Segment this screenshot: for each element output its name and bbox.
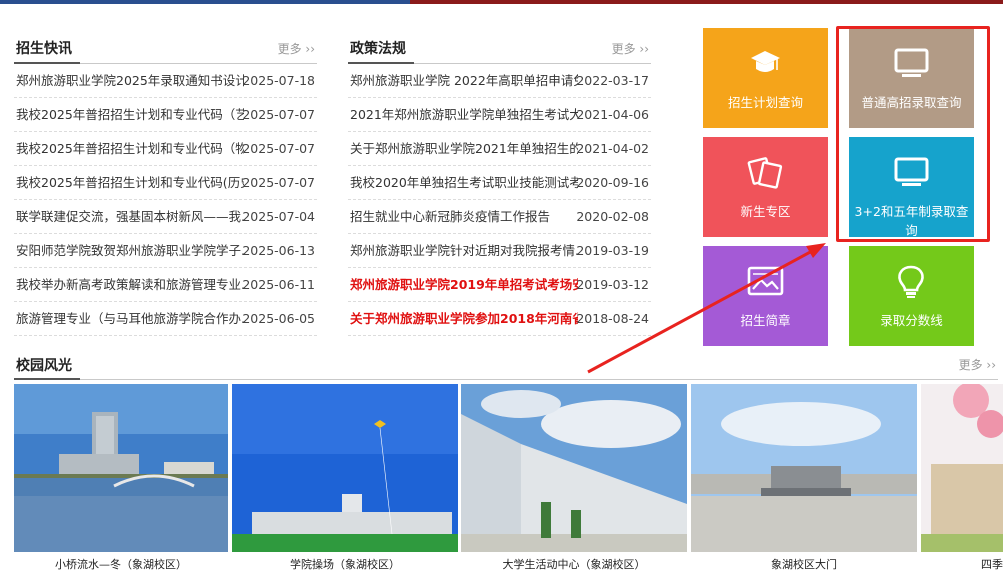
news-section: 招生快讯 更多 ›› 郑州旅游职业学院2025年录取通知书设计... 2025-0… [14,30,317,336]
tile-label: 新生专区 [740,204,791,219]
photo-caption: 大学生活动中心（象湖校区） [502,558,646,571]
policy-item[interactable]: 2021年郑州旅游职业学院单独招生考试大... 2021-04-06 [348,98,651,132]
photo-activity-center[interactable] [461,384,687,552]
policy-item[interactable]: 郑州旅游职业学院 2022年高职单招申请免... 2022-03-17 [348,64,651,98]
photo-caption: 象湖校区大门 [771,558,837,571]
photo-playground[interactable] [232,384,458,552]
policy-item-title[interactable]: 郑州旅游职业学院 2022年高职单招申请免... [350,64,578,98]
photo-caption: 学院操场（象湖校区） [290,558,400,571]
news-item-date: 2025-06-11 [242,277,315,292]
picture-icon [747,266,784,296]
news-item[interactable]: 我校2025年普招招生计划和专业代码(历史... 2025-07-07 [14,166,317,200]
news-item[interactable]: 我校2025年普招招生计划和专业代码（物... 2025-07-07 [14,132,317,166]
photo-campus-gate[interactable] [691,384,917,552]
news-item-title[interactable]: 联学联建促交流，强基固本树新风——我... [16,200,244,234]
campus-photo[interactable]: 四季 [921,384,1003,584]
policy-item-date: 2020-09-16 [576,175,649,190]
lightbulb-icon [898,265,924,298]
graduation-cap-icon [751,51,780,72]
news-item-date: 2025-07-07 [242,175,315,190]
news-item-date: 2025-07-18 [242,73,315,88]
news-item[interactable]: 郑州旅游职业学院2025年录取通知书设计... 2025-07-18 [14,64,317,98]
news-item[interactable]: 旅游管理专业（与马耳他旅游学院合作办... 2025-06-05 [14,302,317,336]
news-item-date: 2025-07-04 [242,209,315,224]
photo-caption: 四季 [981,558,1003,571]
policy-item-title[interactable]: 我校2020年单独招生考试职业技能测试考... [350,166,578,200]
policy-section: 政策法规 更多 ›› 郑州旅游职业学院 2022年高职单招申请免... 2022-… [348,30,651,336]
policy-more-link[interactable]: 更多 ›› [612,40,649,57]
annotation-highlight-box [836,26,990,242]
tile-admission-brochure[interactable]: 招生简章 [703,246,828,346]
news-title: 招生快讯 [16,41,72,57]
policy-item-title[interactable]: 关于郑州旅游职业学院2021年单独招生的... [350,132,578,166]
photo-bridge-winter[interactable] [14,384,228,552]
news-item[interactable]: 我校举办新高考政策解读和旅游管理专业... 2025-06-11 [14,268,317,302]
news-list: 郑州旅游职业学院2025年录取通知书设计... 2025-07-18 我校2025… [14,64,317,336]
news-header: 招生快讯 更多 ›› [14,30,317,64]
top-banner-edge [0,0,1003,4]
campus-more-link[interactable]: 更多 ›› [959,356,996,373]
policy-item-date: 2019-03-19 [576,243,649,258]
policy-item[interactable]: 招生就业中心新冠肺炎疫情工作报告 2020-02-08 [348,200,651,234]
tile-enrollment-plan[interactable]: 招生计划查询 [703,28,828,128]
campus-photo[interactable]: 大学生活动中心（象湖校区） [461,384,687,584]
policy-item-highlighted[interactable]: 关于郑州旅游职业学院参加2018年河南省... 2018-08-24 [348,302,651,336]
campus-photo[interactable]: 学院操场（象湖校区） [232,384,458,584]
news-item-title[interactable]: 旅游管理专业（与马耳他旅游学院合作办... [16,302,244,336]
news-item[interactable]: 安阳师范学院致贺郑州旅游职业学院学子... 2025-06-13 [14,234,317,268]
policy-item-title[interactable]: 2021年郑州旅游职业学院单独招生考试大... [350,98,578,132]
tile-label: 录取分数线 [880,313,943,328]
news-item-date: 2025-07-07 [242,141,315,156]
policy-item[interactable]: 关于郑州旅游职业学院2021年单独招生的... 2021-04-02 [348,132,651,166]
policy-item[interactable]: 我校2020年单独招生考试职业技能测试考... 2020-09-16 [348,166,651,200]
policy-item-title[interactable]: 郑州旅游职业学院针对近期对我院报考情... [350,234,578,268]
news-item-title[interactable]: 郑州旅游职业学院2025年录取通知书设计... [16,64,244,98]
banner-strip-blue [0,0,410,4]
news-item-title[interactable]: 我校举办新高考政策解读和旅游管理专业... [16,268,244,302]
tile-admission-score-line[interactable]: 录取分数线 [849,246,974,346]
policy-header: 政策法规 更多 ›› [348,30,651,64]
policy-item-title[interactable]: 郑州旅游职业学院2019年单招考试考场安... [350,268,578,302]
policy-item-date: 2018-08-24 [576,311,649,326]
news-item-title[interactable]: 我校2025年普招招生计划和专业代码（艺... [16,98,244,132]
news-item-title[interactable]: 我校2025年普招招生计划和专业代码(历史... [16,166,244,200]
news-item-date: 2025-07-07 [242,107,315,122]
news-item[interactable]: 联学联建促交流，强基固本树新风——我... 2025-07-04 [14,200,317,234]
policy-list: 郑州旅游职业学院 2022年高职单招申请免... 2022-03-17 2021年… [348,64,651,336]
news-item[interactable]: 我校2025年普招招生计划和专业代码（艺... 2025-07-07 [14,98,317,132]
news-item-date: 2025-06-13 [242,243,315,258]
policy-item[interactable]: 郑州旅游职业学院针对近期对我院报考情... 2019-03-19 [348,234,651,268]
policy-item-highlighted[interactable]: 郑州旅游职业学院2019年单招考试考场安... 2019-03-12 [348,268,651,302]
campus-photo[interactable]: 小桥流水—冬（象湖校区） [14,384,228,584]
policy-item-title[interactable]: 招生就业中心新冠肺炎疫情工作报告 [350,200,578,234]
campus-title: 校园风光 [16,358,72,374]
policy-item-title[interactable]: 关于郑州旅游职业学院参加2018年河南省... [350,302,578,336]
policy-item-date: 2019-03-12 [576,277,649,292]
tile-label: 招生简章 [740,313,791,328]
news-item-title[interactable]: 我校2025年普招招生计划和专业代码（物... [16,132,244,166]
policy-item-date: 2022-03-17 [576,73,649,88]
news-item-title[interactable]: 安阳师范学院致贺郑州旅游职业学院学子... [16,234,244,268]
tile-freshman-zone[interactable]: 新生专区 [703,137,828,237]
photos-icon [747,157,783,189]
header-underline [14,378,80,380]
banner-strip-red [410,0,1003,4]
news-more-link[interactable]: 更多 ›› [278,40,315,57]
policy-title: 政策法规 [350,41,406,57]
photo-four-seasons[interactable] [921,384,1003,552]
tile-label: 招生计划查询 [727,95,803,110]
policy-item-date: 2020-02-08 [576,209,649,224]
campus-header: 校园风光 更多 ›› [14,350,998,380]
photo-caption: 小桥流水—冬（象湖校区） [55,558,187,571]
policy-item-date: 2021-04-02 [576,141,649,156]
campus-photo[interactable]: 象湖校区大门 [691,384,917,584]
news-item-date: 2025-06-05 [242,311,315,326]
policy-item-date: 2021-04-06 [576,107,649,122]
